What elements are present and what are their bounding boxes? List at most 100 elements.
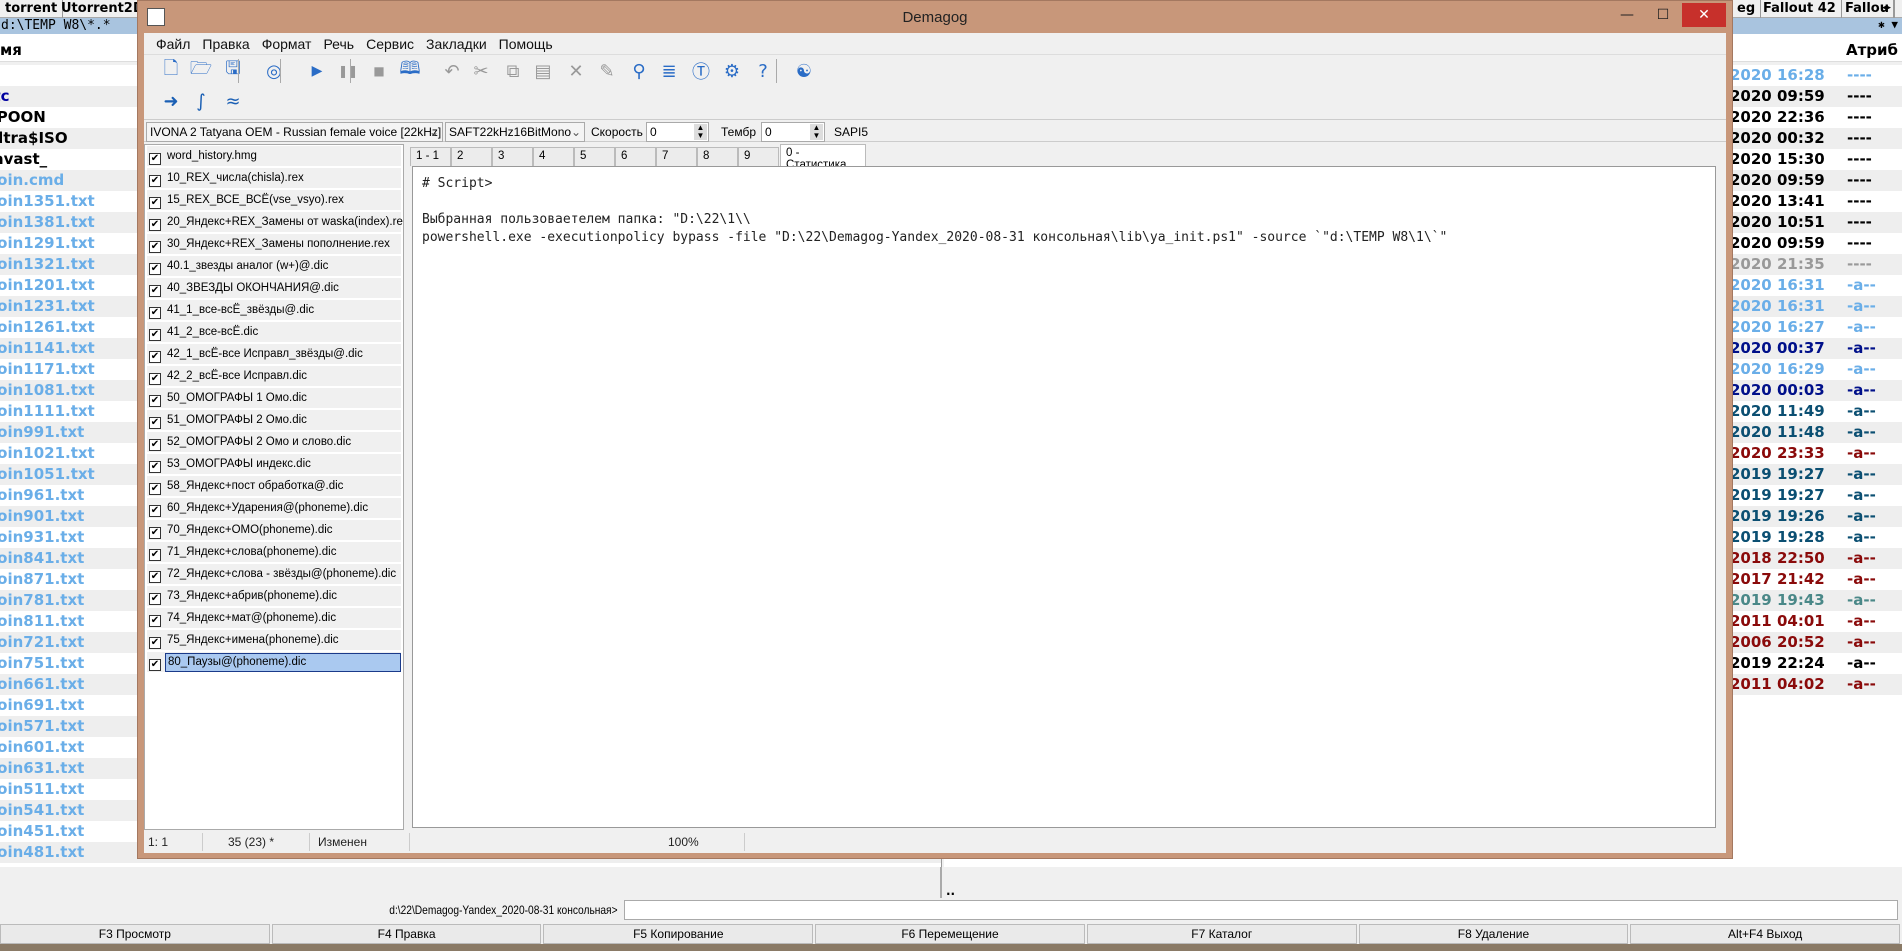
menu-format[interactable]: Формат xyxy=(256,33,318,54)
dictionary-item[interactable]: ✔ 60_Яндекс+Ударения@(phoneme).dic xyxy=(147,498,401,518)
tab-7[interactable]: 8 xyxy=(697,147,738,166)
name-column-header[interactable]: мя xyxy=(0,41,22,59)
checkbox-checked-icon[interactable]: ✔ xyxy=(149,637,161,649)
script-editor[interactable]: # Script> Выбранная пользоваетелем папка:… xyxy=(412,166,1716,828)
checkbox-checked-icon[interactable]: ✔ xyxy=(149,351,161,363)
dictionary-item[interactable]: ✔ 50_ОМОГРАФЫ 1 Омо.dic xyxy=(147,388,401,408)
menu-edit[interactable]: Правка xyxy=(196,33,255,54)
checkbox-checked-icon[interactable]: ✔ xyxy=(149,395,161,407)
fkey-button[interactable]: F3 Просмотр xyxy=(0,924,270,944)
checkbox-checked-icon[interactable]: ✔ xyxy=(149,571,161,583)
fkey-button[interactable]: F6 Перемещение xyxy=(815,924,1085,944)
checkbox-checked-icon[interactable]: ✔ xyxy=(149,615,161,627)
dictionary-item[interactable]: ✔ 71_Яндекс+слова(phoneme).dic xyxy=(147,542,401,562)
dictionary-item[interactable]: ✔ 40_ЗВЕЗДЫ ОКОНЧАНИЯ@.dic xyxy=(147,278,401,298)
tab-5[interactable]: 6 xyxy=(615,147,656,166)
menu-file[interactable]: Файл xyxy=(150,33,196,54)
dictionary-item[interactable]: ✔ 73_Яндекс+абрив(phoneme).dic xyxy=(147,586,401,606)
checkbox-checked-icon[interactable]: ✔ xyxy=(149,439,161,451)
tab-2[interactable]: 3 xyxy=(492,147,533,166)
integral-icon[interactable]: ∫ xyxy=(189,89,213,113)
dictionary-list[interactable]: ✔ word_history.hmg ✔ 10_REX_числа(chisla).r… xyxy=(144,144,404,830)
dictionary-item[interactable]: ✔ 72_Яндекс+слова - звёзды@(phoneme).dic xyxy=(147,564,401,584)
checkbox-checked-icon[interactable]: ✔ xyxy=(149,197,161,209)
arrow-right-icon[interactable]: ➜ xyxy=(159,89,183,113)
save-icon[interactable]: 🖫 xyxy=(221,58,245,83)
fkey-button[interactable]: F5 Копирование xyxy=(543,924,814,944)
dictionary-item[interactable]: ✔ 42_2_всЁ-все Исправл.dic xyxy=(147,366,401,386)
undo-icon[interactable]: ↶ xyxy=(440,59,464,83)
spin-arrows-icon[interactable]: ▲ ▼ xyxy=(694,124,707,140)
speed-spinner[interactable]: 0 ▲ ▼ xyxy=(646,122,709,142)
cd-icon[interactable]: ◎ xyxy=(262,59,286,83)
dictionary-item[interactable]: ✔ 15_REX_ВСЕ_ВСЁ(vse_vsyo).rex xyxy=(147,190,401,210)
settings-icon[interactable]: ⚙ xyxy=(720,59,744,83)
dictionary-item[interactable]: ✔ 70_Яндекс+ОМО(phoneme).dic xyxy=(147,520,401,540)
edit-icon[interactable]: ✎ xyxy=(595,59,619,83)
audio-format-select[interactable]: SAFT22kHz16BitMono ⌄ xyxy=(445,122,585,142)
dictionary-item[interactable]: ✔ 80_Паузы@(phoneme).dic xyxy=(147,652,401,672)
help-icon[interactable]: ? xyxy=(751,59,775,83)
checkbox-checked-icon[interactable]: ✔ xyxy=(149,241,161,253)
path-buttons[interactable]: ✱ ▼ xyxy=(1878,18,1898,31)
copy-icon[interactable]: ⧉ xyxy=(501,59,525,83)
close-button[interactable]: ✕ xyxy=(1682,3,1726,27)
pause-icon[interactable]: ❚❚ xyxy=(336,59,360,83)
tc-tab[interactable]: torrent xyxy=(0,0,64,18)
dictionary-item[interactable]: ✔ 30_Яндекс+REX_Замены пополнение.rex xyxy=(147,234,401,254)
dictionary-item[interactable]: ✔ 52_ОМОГРАФЫ 2 Омо и слово.dic xyxy=(147,432,401,452)
checkbox-checked-icon[interactable]: ✔ xyxy=(149,175,161,187)
menu-bookmarks[interactable]: Закладки xyxy=(420,33,493,54)
checkbox-checked-icon[interactable]: ✔ xyxy=(149,483,161,495)
timbre-spinner[interactable]: 0 ▲ ▼ xyxy=(761,122,825,142)
fkey-button[interactable]: F8 Удаление xyxy=(1358,924,1629,944)
dictionary-item[interactable]: ✔ 58_Яндекс+пост обработка@.dic xyxy=(147,476,401,496)
checkbox-checked-icon[interactable]: ✔ xyxy=(149,219,161,231)
menu-help[interactable]: Помощь xyxy=(493,33,559,54)
panel-splitter[interactable] xyxy=(940,867,942,898)
command-input[interactable] xyxy=(624,900,1898,920)
tab-1[interactable]: 2 xyxy=(451,147,492,166)
dictionary-item[interactable]: ✔ 41_1_все-всЁ_звёзды@.dic xyxy=(147,300,401,320)
minimize-button[interactable]: — xyxy=(1612,3,1642,27)
text-icon[interactable]: ≣ xyxy=(657,59,681,83)
tab-0[interactable]: 1 - 1 xyxy=(410,147,451,166)
cut-icon[interactable]: ✂ xyxy=(469,59,493,83)
checkbox-checked-icon[interactable]: ✔ xyxy=(149,417,161,429)
dictionary-item[interactable]: ✔ 40.1_звезды аналог (w+)@.dic xyxy=(147,256,401,276)
tab-6[interactable]: 7 xyxy=(656,147,697,166)
maximize-button[interactable]: ☐ xyxy=(1648,3,1678,27)
menu-service[interactable]: Сервис xyxy=(360,33,420,54)
dictionary-item[interactable]: ✔ 74_Яндекс+мат@(phoneme).dic xyxy=(147,608,401,628)
attr-column-header[interactable]: Атриб xyxy=(1846,41,1898,59)
dictionary-item[interactable]: ✔ 10_REX_числа(chisla).rex xyxy=(147,168,401,188)
checkbox-checked-icon[interactable]: ✔ xyxy=(149,593,161,605)
find-icon[interactable]: ⚲ xyxy=(627,59,651,83)
spin-arrows-icon[interactable]: ▲ ▼ xyxy=(810,124,823,140)
fkey-button[interactable]: Alt+F4 Выход xyxy=(1630,924,1901,944)
book-icon[interactable]: 🕮 xyxy=(398,58,422,83)
dictionary-item[interactable]: ✔ 51_ОМОГРАФЫ 2 Омо.dic xyxy=(147,410,401,430)
menu-speech[interactable]: Речь xyxy=(317,33,360,54)
dictionary-item[interactable]: ✔ 42_1_всЁ-все Исправл_звёзды@.dic xyxy=(147,344,401,364)
fkey-button[interactable]: F4 Правка xyxy=(271,924,542,944)
fkey-button[interactable]: F7 Каталог xyxy=(1086,924,1357,944)
tc-tab[interactable]: Fallout 42 xyxy=(1758,0,1842,18)
checkbox-checked-icon[interactable]: ✔ xyxy=(149,329,161,341)
play-icon[interactable]: ▶ xyxy=(305,59,329,83)
checkbox-checked-icon[interactable]: ✔ xyxy=(149,263,161,275)
tc-tab[interactable]: Utorrent2 xyxy=(56,0,139,18)
open-folder-icon[interactable]: 🗁 xyxy=(189,58,213,83)
stop-icon[interactable]: ■ xyxy=(367,59,391,83)
tab-3[interactable]: 4 xyxy=(533,147,574,166)
checkbox-checked-icon[interactable]: ✔ xyxy=(149,461,161,473)
yin-yang-icon[interactable]: ☯ xyxy=(792,59,816,83)
tab-scroll-arrows[interactable]: ◂▸ xyxy=(1880,0,1895,18)
tab-8[interactable]: 9 xyxy=(738,147,779,166)
checkbox-checked-icon[interactable]: ✔ xyxy=(149,307,161,319)
checkbox-checked-icon[interactable]: ✔ xyxy=(149,549,161,561)
checkbox-checked-icon[interactable]: ✔ xyxy=(149,505,161,517)
title-bar[interactable]: Demagog — ☐ ✕ xyxy=(138,1,1732,33)
checkbox-checked-icon[interactable]: ✔ xyxy=(149,527,161,539)
paste-icon[interactable]: ▤ xyxy=(531,59,555,83)
